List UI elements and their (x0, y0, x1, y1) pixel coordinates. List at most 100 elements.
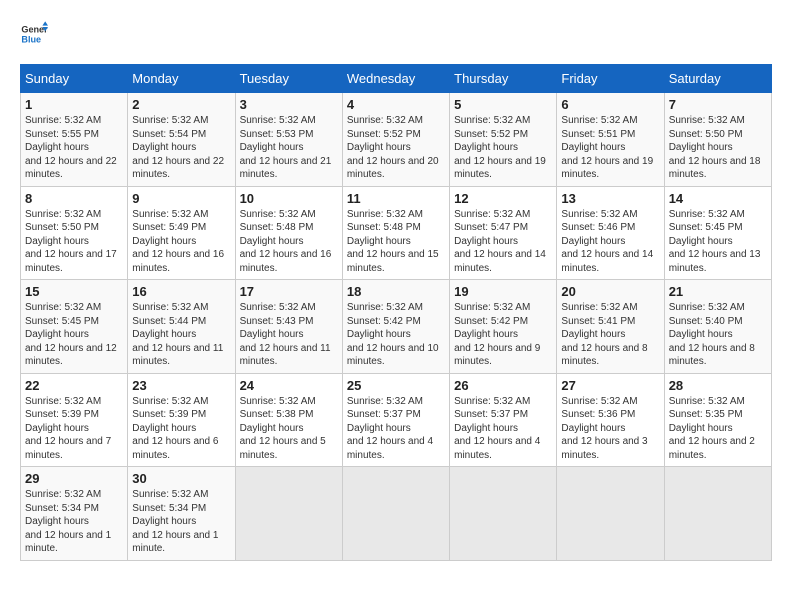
day-cell-6: 6 Sunrise: 5:32 AMSunset: 5:51 PMDayligh… (557, 93, 664, 187)
calendar-header: SundayMondayTuesdayWednesdayThursdayFrid… (21, 65, 772, 93)
day-info: Sunrise: 5:32 AMSunset: 5:47 PMDaylight … (454, 209, 546, 274)
day-cell-1: 1 Sunrise: 5:32 AMSunset: 5:55 PMDayligh… (21, 93, 128, 187)
day-number: 30 (132, 471, 230, 486)
day-number: 11 (347, 191, 445, 206)
day-info: Sunrise: 5:32 AMSunset: 5:46 PMDaylight … (561, 209, 653, 274)
day-cell-28: 28 Sunrise: 5:32 AMSunset: 5:35 PMDaylig… (664, 373, 771, 467)
day-number: 5 (454, 97, 552, 112)
calendar-body: 1 Sunrise: 5:32 AMSunset: 5:55 PMDayligh… (21, 93, 772, 561)
day-info: Sunrise: 5:32 AMSunset: 5:39 PMDaylight … (25, 396, 111, 461)
empty-cell (235, 467, 342, 561)
svg-text:General: General (21, 25, 48, 35)
day-info: Sunrise: 5:32 AMSunset: 5:34 PMDaylight … (132, 489, 218, 554)
day-cell-3: 3 Sunrise: 5:32 AMSunset: 5:53 PMDayligh… (235, 93, 342, 187)
day-info: Sunrise: 5:32 AMSunset: 5:35 PMDaylight … (669, 396, 755, 461)
day-number: 16 (132, 284, 230, 299)
day-info: Sunrise: 5:32 AMSunset: 5:51 PMDaylight … (561, 115, 653, 180)
day-number: 12 (454, 191, 552, 206)
day-number: 20 (561, 284, 659, 299)
day-info: Sunrise: 5:32 AMSunset: 5:42 PMDaylight … (347, 302, 439, 367)
day-cell-11: 11 Sunrise: 5:32 AMSunset: 5:48 PMDaylig… (342, 186, 449, 280)
day-info: Sunrise: 5:32 AMSunset: 5:52 PMDaylight … (454, 115, 546, 180)
day-cell-15: 15 Sunrise: 5:32 AMSunset: 5:45 PMDaylig… (21, 280, 128, 374)
day-info: Sunrise: 5:32 AMSunset: 5:44 PMDaylight … (132, 302, 223, 367)
day-number: 26 (454, 378, 552, 393)
empty-cell (557, 467, 664, 561)
day-number: 4 (347, 97, 445, 112)
day-info: Sunrise: 5:32 AMSunset: 5:50 PMDaylight … (25, 209, 117, 274)
header-cell-sunday: Sunday (21, 65, 128, 93)
day-info: Sunrise: 5:32 AMSunset: 5:38 PMDaylight … (240, 396, 326, 461)
day-info: Sunrise: 5:32 AMSunset: 5:41 PMDaylight … (561, 302, 647, 367)
empty-cell (450, 467, 557, 561)
day-number: 28 (669, 378, 767, 393)
day-number: 3 (240, 97, 338, 112)
week-row-2: 8 Sunrise: 5:32 AMSunset: 5:50 PMDayligh… (21, 186, 772, 280)
header-cell-wednesday: Wednesday (342, 65, 449, 93)
day-cell-13: 13 Sunrise: 5:32 AMSunset: 5:46 PMDaylig… (557, 186, 664, 280)
day-number: 9 (132, 191, 230, 206)
day-info: Sunrise: 5:32 AMSunset: 5:53 PMDaylight … (240, 115, 332, 180)
day-number: 23 (132, 378, 230, 393)
page-header: General Blue (20, 20, 772, 48)
day-cell-2: 2 Sunrise: 5:32 AMSunset: 5:54 PMDayligh… (128, 93, 235, 187)
day-info: Sunrise: 5:32 AMSunset: 5:42 PMDaylight … (454, 302, 540, 367)
day-info: Sunrise: 5:32 AMSunset: 5:36 PMDaylight … (561, 396, 647, 461)
day-number: 7 (669, 97, 767, 112)
day-cell-26: 26 Sunrise: 5:32 AMSunset: 5:37 PMDaylig… (450, 373, 557, 467)
day-cell-4: 4 Sunrise: 5:32 AMSunset: 5:52 PMDayligh… (342, 93, 449, 187)
day-number: 21 (669, 284, 767, 299)
day-cell-29: 29 Sunrise: 5:32 AMSunset: 5:34 PMDaylig… (21, 467, 128, 561)
day-number: 18 (347, 284, 445, 299)
day-info: Sunrise: 5:32 AMSunset: 5:34 PMDaylight … (25, 489, 111, 554)
week-row-5: 29 Sunrise: 5:32 AMSunset: 5:34 PMDaylig… (21, 467, 772, 561)
day-info: Sunrise: 5:32 AMSunset: 5:52 PMDaylight … (347, 115, 439, 180)
day-cell-23: 23 Sunrise: 5:32 AMSunset: 5:39 PMDaylig… (128, 373, 235, 467)
day-cell-9: 9 Sunrise: 5:32 AMSunset: 5:49 PMDayligh… (128, 186, 235, 280)
day-number: 24 (240, 378, 338, 393)
day-info: Sunrise: 5:32 AMSunset: 5:37 PMDaylight … (454, 396, 540, 461)
header-cell-saturday: Saturday (664, 65, 771, 93)
day-info: Sunrise: 5:32 AMSunset: 5:55 PMDaylight … (25, 115, 117, 180)
day-info: Sunrise: 5:32 AMSunset: 5:43 PMDaylight … (240, 302, 331, 367)
day-cell-30: 30 Sunrise: 5:32 AMSunset: 5:34 PMDaylig… (128, 467, 235, 561)
day-number: 27 (561, 378, 659, 393)
header-cell-thursday: Thursday (450, 65, 557, 93)
week-row-3: 15 Sunrise: 5:32 AMSunset: 5:45 PMDaylig… (21, 280, 772, 374)
empty-cell (342, 467, 449, 561)
day-info: Sunrise: 5:32 AMSunset: 5:48 PMDaylight … (240, 209, 332, 274)
day-info: Sunrise: 5:32 AMSunset: 5:48 PMDaylight … (347, 209, 439, 274)
empty-cell (664, 467, 771, 561)
day-number: 1 (25, 97, 123, 112)
week-row-1: 1 Sunrise: 5:32 AMSunset: 5:55 PMDayligh… (21, 93, 772, 187)
day-cell-22: 22 Sunrise: 5:32 AMSunset: 5:39 PMDaylig… (21, 373, 128, 467)
day-cell-17: 17 Sunrise: 5:32 AMSunset: 5:43 PMDaylig… (235, 280, 342, 374)
logo: General Blue (20, 20, 48, 48)
day-info: Sunrise: 5:32 AMSunset: 5:45 PMDaylight … (669, 209, 761, 274)
header-cell-friday: Friday (557, 65, 664, 93)
day-cell-21: 21 Sunrise: 5:32 AMSunset: 5:40 PMDaylig… (664, 280, 771, 374)
day-number: 15 (25, 284, 123, 299)
day-info: Sunrise: 5:32 AMSunset: 5:54 PMDaylight … (132, 115, 224, 180)
day-info: Sunrise: 5:32 AMSunset: 5:40 PMDaylight … (669, 302, 755, 367)
header-cell-monday: Monday (128, 65, 235, 93)
day-cell-20: 20 Sunrise: 5:32 AMSunset: 5:41 PMDaylig… (557, 280, 664, 374)
logo-icon: General Blue (20, 20, 48, 48)
day-cell-24: 24 Sunrise: 5:32 AMSunset: 5:38 PMDaylig… (235, 373, 342, 467)
day-cell-19: 19 Sunrise: 5:32 AMSunset: 5:42 PMDaylig… (450, 280, 557, 374)
calendar-table: SundayMondayTuesdayWednesdayThursdayFrid… (20, 64, 772, 561)
day-cell-16: 16 Sunrise: 5:32 AMSunset: 5:44 PMDaylig… (128, 280, 235, 374)
day-info: Sunrise: 5:32 AMSunset: 5:45 PMDaylight … (25, 302, 117, 367)
day-number: 8 (25, 191, 123, 206)
day-info: Sunrise: 5:32 AMSunset: 5:49 PMDaylight … (132, 209, 224, 274)
day-info: Sunrise: 5:32 AMSunset: 5:50 PMDaylight … (669, 115, 761, 180)
day-number: 13 (561, 191, 659, 206)
header-row: SundayMondayTuesdayWednesdayThursdayFrid… (21, 65, 772, 93)
day-number: 25 (347, 378, 445, 393)
day-cell-27: 27 Sunrise: 5:32 AMSunset: 5:36 PMDaylig… (557, 373, 664, 467)
day-number: 17 (240, 284, 338, 299)
day-cell-14: 14 Sunrise: 5:32 AMSunset: 5:45 PMDaylig… (664, 186, 771, 280)
header-cell-tuesday: Tuesday (235, 65, 342, 93)
day-cell-8: 8 Sunrise: 5:32 AMSunset: 5:50 PMDayligh… (21, 186, 128, 280)
day-cell-25: 25 Sunrise: 5:32 AMSunset: 5:37 PMDaylig… (342, 373, 449, 467)
